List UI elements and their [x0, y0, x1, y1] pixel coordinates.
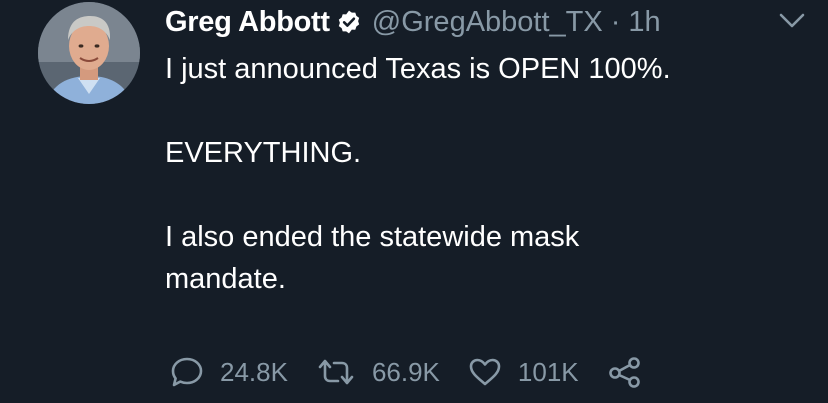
verified-badge-icon	[336, 9, 362, 35]
tweet-line: EVERYTHING.	[165, 137, 362, 169]
retweet-button[interactable]: 66.9K	[316, 357, 440, 388]
avatar[interactable]	[38, 2, 140, 104]
chevron-down-icon[interactable]	[777, 10, 807, 32]
tweet-actions: 24.8K 66.9K 101K	[170, 352, 671, 392]
tweet-text: I just announced Texas is OPEN 100%. EVE…	[165, 48, 805, 300]
like-icon	[468, 357, 502, 387]
timestamp[interactable]: 1h	[628, 6, 660, 39]
tweet-header: Greg Abbott @GregAbbott_TX · 1h	[165, 2, 661, 42]
reply-icon	[170, 356, 204, 388]
tweet-line: mandate.	[165, 263, 286, 295]
tweet-line: I just announced Texas is OPEN 100%.	[165, 53, 671, 85]
retweet-icon	[316, 357, 356, 387]
like-button[interactable]: 101K	[468, 357, 579, 388]
share-icon	[607, 356, 643, 388]
author-handle[interactable]: @GregAbbott_TX	[372, 6, 603, 39]
reply-count: 24.8K	[220, 356, 288, 387]
tweet-line: I also ended the statewide mask	[165, 221, 580, 253]
like-count: 101K	[517, 356, 579, 387]
avatar-photo	[38, 2, 140, 104]
reply-button[interactable]: 24.8K	[170, 356, 288, 388]
share-button[interactable]	[607, 356, 643, 388]
retweet-count: 66.9K	[371, 356, 440, 387]
tweet: Greg Abbott @GregAbbott_TX · 1h I just a…	[0, 0, 828, 403]
separator-dot: ·	[610, 5, 621, 38]
author-name[interactable]: Greg Abbott	[165, 6, 330, 39]
